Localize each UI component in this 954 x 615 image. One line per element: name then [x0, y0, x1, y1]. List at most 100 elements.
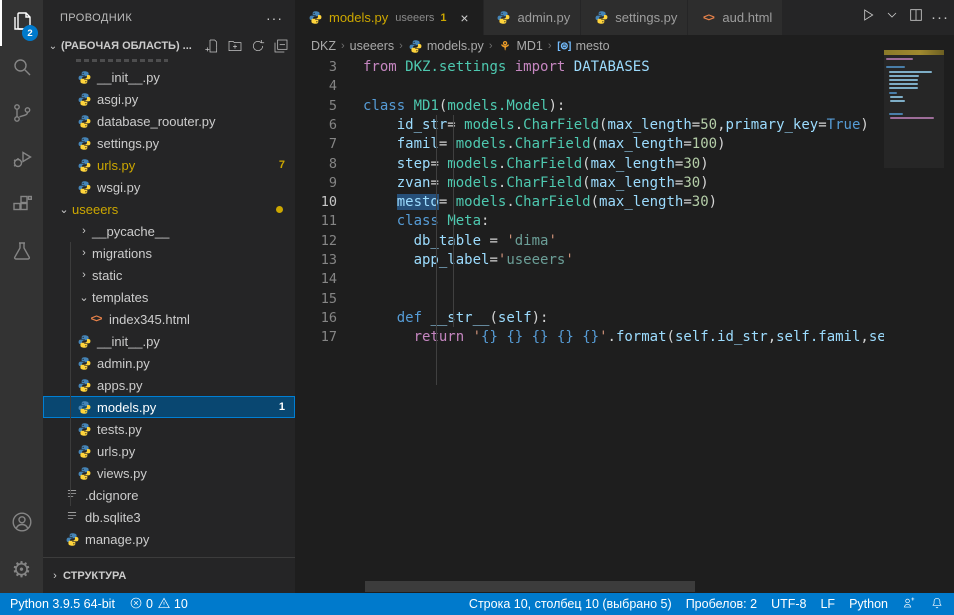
minimap-line — [890, 117, 934, 119]
tree-item-label: models.py — [97, 400, 156, 415]
run-button[interactable] — [858, 6, 878, 30]
tab-admin-py[interactable]: admin.py — [484, 0, 582, 35]
tree-item-migrations[interactable]: ›migrations — [43, 242, 295, 264]
indent-guide — [453, 115, 454, 327]
status-item[interactable]: UTF-8 — [771, 597, 806, 611]
tree-item-urls-py[interactable]: urls.py7 — [43, 154, 295, 176]
new-folder-icon[interactable] — [225, 36, 245, 56]
tree-item-admin-py[interactable]: admin.py — [43, 352, 295, 374]
horizontal-scrollbar[interactable] — [365, 581, 695, 592]
close-icon[interactable]: × — [457, 10, 473, 26]
breadcrumb-item-useeers[interactable]: useeers — [350, 39, 394, 53]
bell-status[interactable] — [930, 596, 944, 613]
tree-item-index345-html[interactable]: <>index345.html — [43, 308, 295, 330]
activitybar-explorer[interactable]: 2 — [0, 0, 43, 46]
tab-label: admin.py — [518, 10, 571, 25]
activitybar-account[interactable] — [0, 501, 43, 547]
tree-item-apps-py[interactable]: apps.py — [43, 374, 295, 396]
source-control-icon — [10, 101, 34, 130]
status-item[interactable]: Строка 10, столбец 10 (выбрано 5) — [469, 597, 672, 611]
problems-status[interactable]: 0 10 — [129, 596, 188, 613]
code-line-5: class MD1(models.Model): — [363, 97, 565, 116]
tree-item-manage-py[interactable]: manage.py — [43, 528, 295, 550]
status-item[interactable]: LF — [820, 597, 835, 611]
breadcrumb-item-md1[interactable]: ⚘MD1 — [497, 39, 542, 54]
tree-item-wsgi-py[interactable]: wsgi.py — [43, 176, 295, 198]
breadcrumb-item-dkz[interactable]: DKZ — [311, 39, 336, 53]
status-item[interactable]: Python — [849, 597, 888, 611]
tree-item-asgi-py[interactable]: asgi.py — [43, 88, 295, 110]
more-icon: ··· — [931, 9, 949, 26]
run-dropdown-button[interactable] — [882, 6, 902, 30]
html-file-icon: <> — [88, 311, 104, 327]
breadcrumb-item-mesto[interactable]: [⊜]mesto — [557, 39, 610, 54]
activitybar-run-debug[interactable] — [0, 138, 43, 184]
tree-item-db-sqlite3[interactable]: db.sqlite3 — [43, 506, 295, 528]
activitybar-extensions[interactable] — [0, 184, 43, 230]
tree-item-tests-py[interactable]: tests.py — [43, 418, 295, 440]
activitybar-search[interactable] — [0, 46, 43, 92]
workspace-section-header[interactable]: ⌄ (РАБОЧАЯ ОБЛАСТЬ) ... — [43, 35, 295, 57]
python-file-icon — [76, 157, 92, 173]
breadcrumb-item-models.py[interactable]: models.py — [408, 39, 484, 54]
breadcrumb-label: DKZ — [311, 39, 336, 53]
chevron-down-icon — [884, 7, 900, 28]
tree-item-label: manage.py — [85, 532, 149, 547]
account-icon — [10, 510, 34, 539]
explorer-more-actions-icon[interactable]: ··· — [266, 10, 283, 26]
minimap-line — [889, 79, 918, 81]
tree-item-settings-py[interactable]: settings.py — [43, 132, 295, 154]
tree-item-useeers[interactable]: ⌄useeers — [43, 198, 295, 220]
split-icon — [908, 7, 924, 28]
minimap-line — [889, 83, 918, 85]
tree-item--pycache-[interactable]: ›__pycache__ — [43, 220, 295, 242]
python-interpreter-status[interactable]: Python 3.9.5 64-bit — [10, 597, 115, 611]
split-editor-button[interactable] — [906, 6, 926, 30]
breadcrumb-separator-icon: › — [548, 40, 552, 52]
tree-item-label: settings.py — [97, 136, 159, 151]
tree-item-urls-py[interactable]: urls.py — [43, 440, 295, 462]
symbol-class-icon: ⚘ — [497, 39, 512, 54]
tree-item--init-py[interactable]: __init__.py — [43, 330, 295, 352]
new-file-icon[interactable] — [202, 36, 222, 56]
text-file-icon — [65, 509, 79, 526]
status-label: Python — [849, 597, 888, 611]
tree-item-views-py[interactable]: views.py — [43, 462, 295, 484]
python-file-icon — [593, 10, 609, 26]
activitybar-testing[interactable] — [0, 230, 43, 276]
code-editor[interactable]: 34567891011121314151617 from DKZ.setting… — [295, 57, 884, 593]
tree-item-static[interactable]: ›static — [43, 264, 295, 286]
tree-item-templates[interactable]: ⌄templates — [43, 286, 295, 308]
tab-label: settings.py — [615, 10, 677, 25]
python-file-icon — [76, 443, 92, 459]
more-actions-button[interactable]: ··· — [930, 6, 950, 30]
activitybar-source-control[interactable] — [0, 92, 43, 138]
tree-item--dcignore[interactable]: .dcignore — [43, 484, 295, 506]
tab-models-py[interactable]: models.pyuseeers1× — [295, 0, 484, 35]
activitybar-settings[interactable]: ⚙ — [0, 547, 43, 593]
tab-label: models.py — [329, 10, 388, 25]
refresh-icon[interactable] — [248, 36, 268, 56]
outline-section-header[interactable]: › СТРУКТУРА — [43, 557, 295, 593]
breadcrumb-label: useeers — [350, 39, 394, 53]
tab-settings-py[interactable]: settings.py — [581, 0, 688, 35]
collapse-all-icon[interactable] — [271, 36, 291, 56]
minimap[interactable] — [884, 50, 944, 593]
modified-dot-badge — [276, 206, 283, 213]
tree-item-label: admin.py — [97, 356, 150, 371]
breadcrumb: DKZ›useeers› models.py›⚘MD1›[⊜]mesto — [295, 35, 954, 57]
html-file-icon: <> — [700, 10, 716, 26]
tree-item-database-roouter-py[interactable]: database_roouter.py — [43, 110, 295, 132]
tree-item-label: __init__.py — [97, 334, 160, 349]
line-number: 15 — [295, 290, 337, 309]
tree-item--init-py[interactable]: __init__.py — [43, 66, 295, 88]
tree-item-models-py[interactable]: models.py1 — [43, 396, 295, 418]
tab-aud-html[interactable]: <>aud.html — [688, 0, 783, 35]
activity-bar: 2 ⚙ — [0, 0, 43, 593]
tree-item-label: useeers — [72, 202, 118, 217]
feedback-status[interactable] — [902, 596, 916, 613]
indent-guide — [436, 115, 437, 385]
python-file-icon — [76, 399, 92, 415]
status-item[interactable]: Пробелов: 2 — [686, 597, 757, 611]
feedback-icon — [902, 596, 916, 613]
